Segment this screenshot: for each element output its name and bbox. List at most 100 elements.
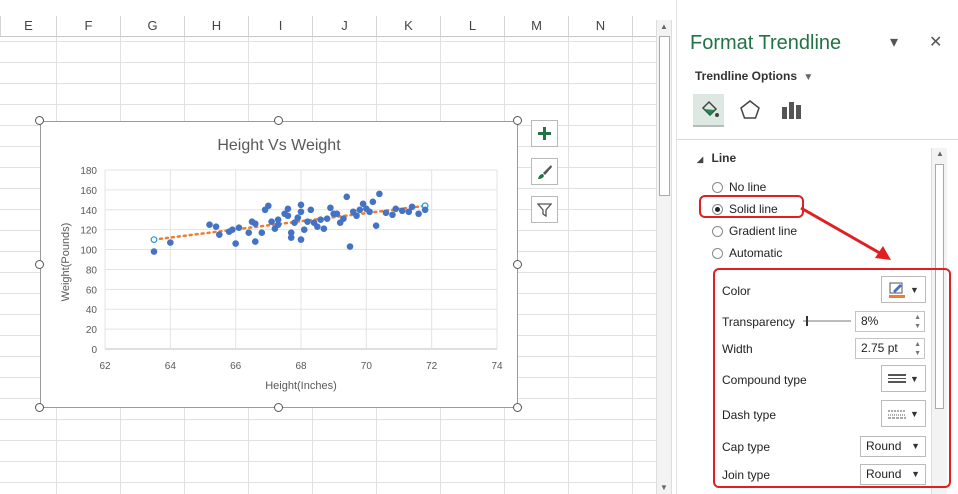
chart-container[interactable]: Height Vs Weight 0 20 40 60 80 100 120 140 160 18… — [40, 121, 518, 408]
data-point[interactable] — [421, 206, 429, 214]
data-point[interactable] — [340, 215, 347, 223]
resize-handle-bl[interactable] — [35, 403, 44, 412]
tab-effects[interactable] — [734, 94, 765, 125]
resize-handle-r[interactable] — [513, 260, 522, 269]
data-point[interactable] — [258, 229, 266, 236]
data-point[interactable] — [251, 238, 259, 245]
radio-automatic[interactable]: Automatic — [712, 246, 782, 260]
pane-options-dropdown-icon[interactable]: ▾ — [890, 32, 898, 52]
data-point[interactable] — [415, 210, 422, 218]
resize-handle-tr[interactable] — [513, 116, 522, 125]
collapse-icon: ◢ — [697, 155, 704, 164]
col-header-h[interactable]: H — [184, 16, 248, 36]
chart-elements-button[interactable] — [531, 120, 558, 147]
y-axis-label[interactable]: Weight(Pounds) — [60, 223, 72, 302]
bar-chart-icon — [781, 101, 801, 119]
data-point[interactable] — [297, 201, 305, 209]
data-point[interactable] — [398, 207, 406, 215]
paint-bucket-icon — [701, 100, 719, 117]
data-point[interactable] — [297, 208, 305, 216]
data-point[interactable] — [346, 243, 354, 250]
data-point[interactable] — [408, 203, 416, 211]
scroll-thumb[interactable] — [659, 36, 670, 196]
chart-styles-button[interactable] — [531, 158, 558, 185]
data-point[interactable] — [304, 218, 311, 226]
col-header-g[interactable]: G — [120, 16, 184, 36]
data-point[interactable] — [307, 206, 315, 214]
scroll-up-icon[interactable]: ▲ — [935, 149, 945, 158]
data-point[interactable] — [369, 198, 377, 206]
data-point[interactable] — [320, 225, 328, 232]
data-point[interactable] — [382, 209, 390, 217]
scroll-down-icon[interactable]: ▼ — [659, 483, 669, 492]
data-point[interactable] — [333, 210, 341, 218]
data-point[interactable] — [356, 206, 364, 214]
col-header-e[interactable]: E — [0, 16, 56, 36]
data-point[interactable] — [235, 224, 243, 231]
data-point[interactable] — [284, 212, 292, 220]
y-tick-label: 0 — [91, 345, 97, 356]
tab-trendline-options[interactable] — [775, 94, 806, 125]
chart-title[interactable]: Height Vs Weight — [217, 137, 341, 154]
trendline-options-menu[interactable]: Trendline Options ▼ — [695, 69, 813, 83]
data-point[interactable] — [353, 212, 360, 220]
data-point[interactable] — [392, 205, 400, 213]
spreadsheet-area[interactable]: E F G H I J K L M N Height Vs Weight 0 20… — [0, 0, 656, 494]
line-section-header[interactable]: ◢ Line — [697, 151, 736, 165]
col-header-l[interactable]: L — [440, 16, 504, 36]
data-point[interactable] — [216, 231, 223, 238]
tab-fill-line[interactable] — [693, 94, 724, 127]
format-trendline-pane: Format Trendline ▾ ✕ Trendline Options ▼… — [676, 0, 958, 494]
radio-label: Gradient line — [729, 224, 798, 238]
radio-circle — [712, 247, 723, 259]
col-header-j[interactable]: J — [312, 16, 376, 36]
radio-no-line[interactable]: No line — [712, 180, 766, 194]
scatter-chart[interactable]: Height Vs Weight 0 20 40 60 80 100 120 140 160 18… — [41, 122, 517, 407]
data-point[interactable] — [297, 236, 305, 243]
data-point[interactable] — [268, 218, 275, 226]
data-point[interactable] — [323, 215, 331, 223]
data-point[interactable] — [245, 229, 253, 236]
trendline-start-handle[interactable] — [150, 236, 158, 244]
data-point[interactable] — [212, 223, 220, 230]
col-header-n[interactable]: N — [568, 16, 632, 36]
data-point[interactable] — [327, 204, 334, 212]
data-point[interactable] — [274, 221, 282, 228]
radio-gradient-line[interactable]: Gradient line — [712, 224, 797, 238]
x-axis-label[interactable]: Height(Inches) — [265, 380, 337, 392]
data-point[interactable] — [150, 248, 158, 255]
data-point[interactable] — [167, 239, 174, 246]
data-point[interactable] — [284, 205, 292, 213]
data-point[interactable] — [317, 216, 324, 224]
data-point[interactable] — [229, 226, 236, 233]
data-point[interactable] — [376, 190, 383, 198]
data-point[interactable] — [314, 223, 321, 230]
data-point[interactable] — [343, 193, 351, 201]
data-point[interactable] — [300, 226, 308, 233]
resize-handle-t[interactable] — [274, 116, 283, 125]
col-header-f[interactable]: F — [56, 16, 120, 36]
scroll-up-icon[interactable]: ▲ — [659, 22, 669, 31]
data-point[interactable] — [294, 214, 302, 222]
pane-divider — [677, 139, 958, 140]
resize-handle-tl[interactable] — [35, 116, 44, 125]
sheet-vertical-scrollbar[interactable]: ▲ ▼ — [656, 20, 672, 494]
close-icon[interactable]: ✕ — [929, 32, 942, 52]
col-header-m[interactable]: M — [504, 16, 568, 36]
resize-handle-l[interactable] — [35, 260, 44, 269]
chart-filters-button[interactable] — [531, 196, 558, 223]
resize-handle-b[interactable] — [274, 403, 283, 412]
data-point[interactable] — [251, 220, 259, 227]
data-point[interactable] — [265, 202, 272, 210]
data-point[interactable] — [206, 221, 213, 228]
data-point[interactable] — [287, 234, 295, 241]
annotation-arrow — [800, 206, 891, 260]
col-header-k[interactable]: K — [376, 16, 440, 36]
col-header-i[interactable]: I — [248, 16, 312, 36]
data-point[interactable] — [372, 222, 380, 229]
radio-circle — [712, 181, 723, 193]
data-point[interactable] — [232, 240, 239, 247]
data-point[interactable] — [389, 211, 396, 219]
resize-handle-br[interactable] — [513, 403, 522, 412]
data-point[interactable] — [366, 208, 373, 216]
